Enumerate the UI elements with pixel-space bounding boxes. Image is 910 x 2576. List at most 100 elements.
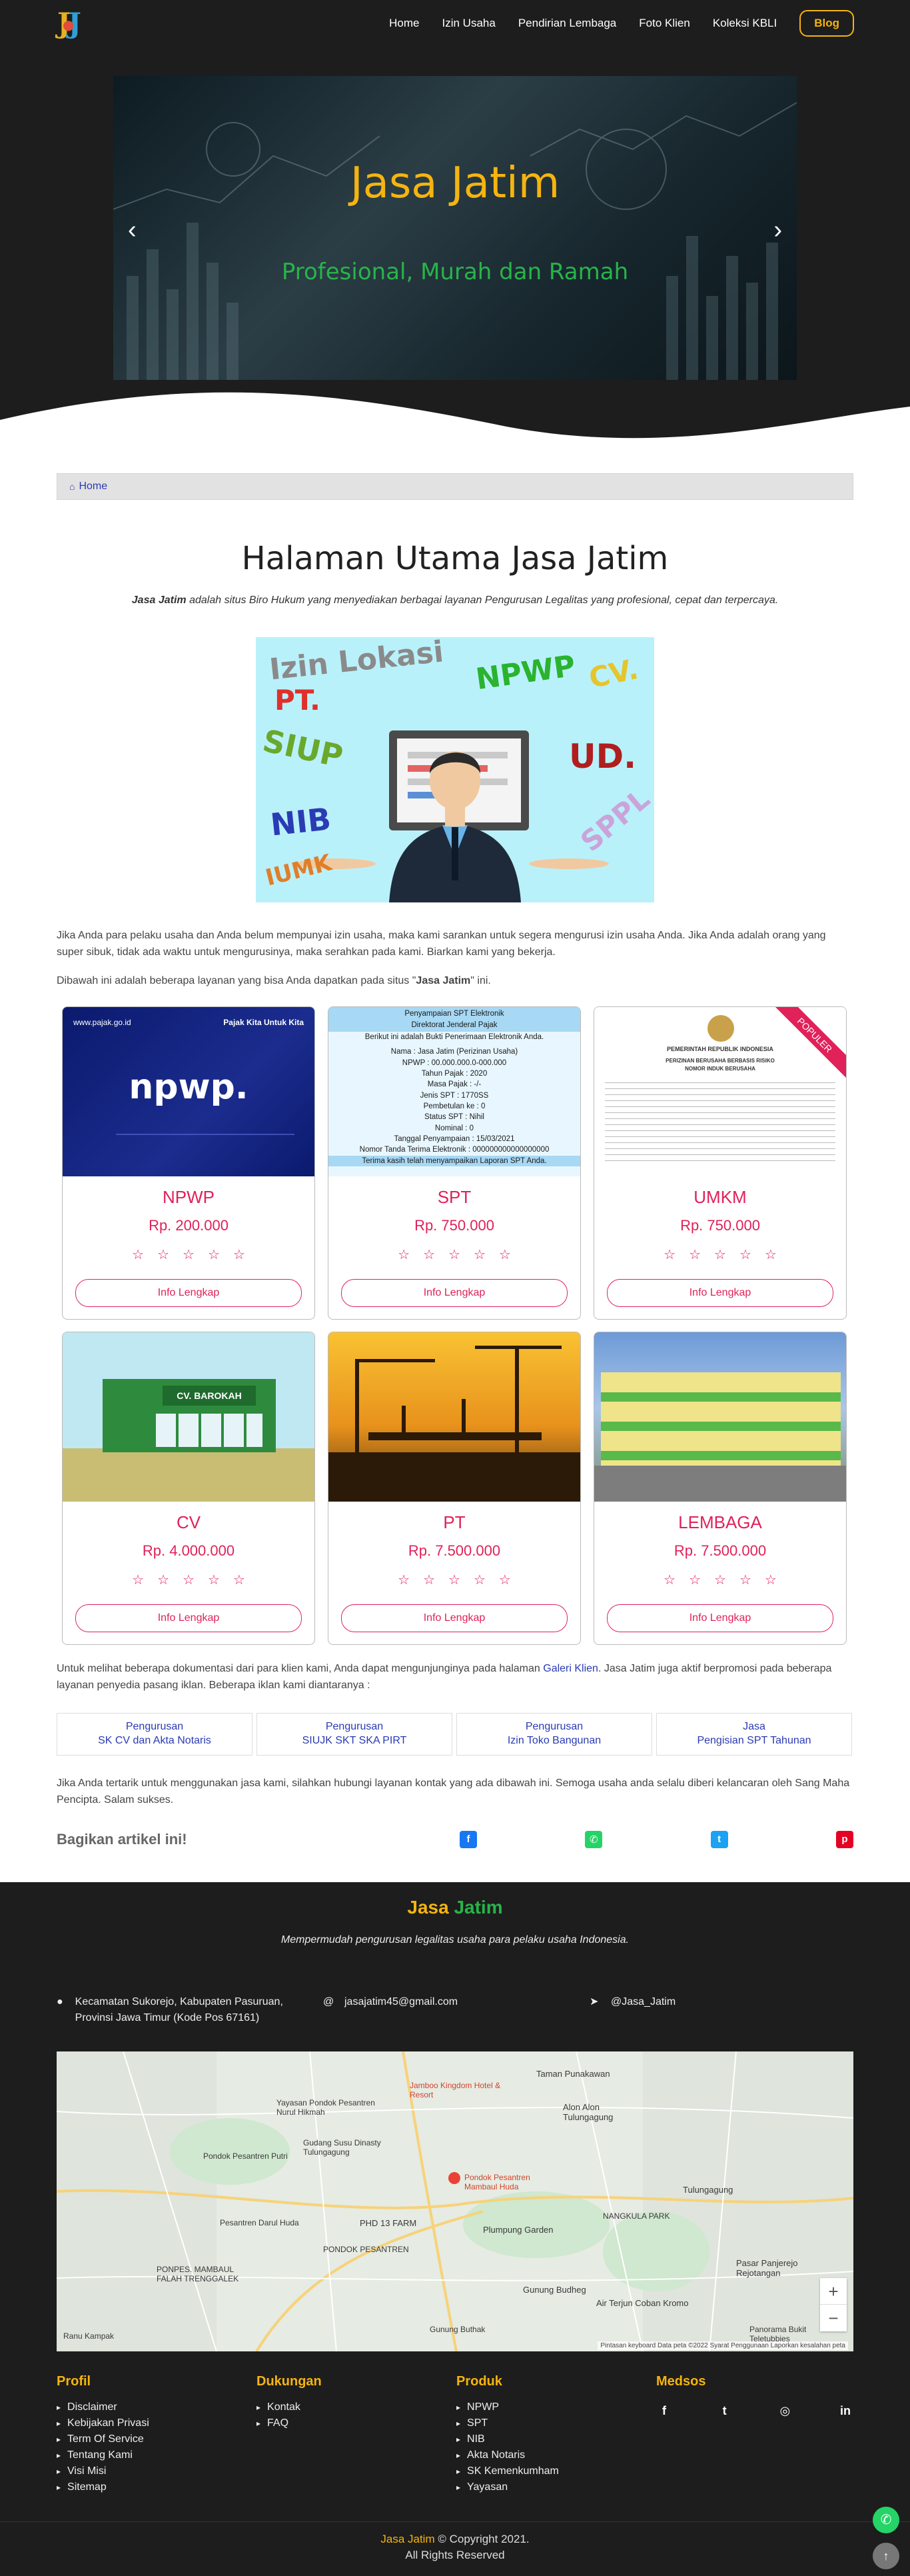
star-icon: ☆ bbox=[714, 1573, 726, 1588]
card-title: SPT bbox=[437, 1187, 472, 1208]
info-lengkap-button[interactable]: Info Lengkap bbox=[607, 1279, 833, 1308]
info-lengkap-button[interactable]: Info Lengkap bbox=[75, 1279, 302, 1308]
info-lengkap-button[interactable]: Info Lengkap bbox=[607, 1604, 833, 1633]
rating-stars: ☆ ☆ ☆ ☆ ☆ bbox=[63, 1572, 314, 1588]
footer-link[interactable]: SK Kemenkumham bbox=[467, 2465, 559, 2477]
linkedin-icon[interactable]: in bbox=[837, 2404, 853, 2418]
info-lengkap-button[interactable]: Info Lengkap bbox=[75, 1604, 302, 1633]
footer-col-dukungan: Dukungan Kontak FAQ bbox=[256, 2374, 456, 2497]
whatsapp-float-icon[interactable]: ✆ bbox=[873, 2506, 899, 2533]
slider-next-icon[interactable]: › bbox=[773, 216, 782, 245]
card-title: NPWP bbox=[163, 1187, 215, 1208]
footer-link[interactable]: Yayasan bbox=[467, 2481, 508, 2493]
illus-word-nib: NIB bbox=[268, 800, 333, 843]
footer-col-produk: Produk NPWP SPT NIB Akta Notaris SK Keme… bbox=[456, 2374, 656, 2497]
page-title: Halaman Utama Jasa Jatim bbox=[241, 540, 669, 577]
whatsapp-share-icon[interactable]: ✆ bbox=[585, 1830, 603, 1848]
rating-stars: ☆ ☆ ☆ ☆ ☆ bbox=[594, 1572, 846, 1588]
footer-link[interactable]: Akta Notaris bbox=[467, 2449, 525, 2461]
info-lengkap-button[interactable]: Info Lengkap bbox=[341, 1604, 568, 1633]
footer-link[interactable]: Disclaimer bbox=[67, 2401, 117, 2413]
intro-text: Jasa Jatim adalah situs Biro Hukum yang … bbox=[57, 595, 853, 607]
card-title: CV bbox=[176, 1512, 201, 1533]
lembaga-building bbox=[601, 1372, 841, 1466]
slider-title: Jasa Jatim bbox=[350, 159, 560, 208]
star-icon: ☆ bbox=[739, 1248, 751, 1263]
rating-stars: ☆ ☆ ☆ ☆ ☆ bbox=[328, 1246, 580, 1263]
construction-silhouette bbox=[328, 1346, 580, 1502]
facebook-icon[interactable]: f bbox=[656, 2404, 672, 2418]
site-logo[interactable]: J J ● bbox=[56, 7, 89, 40]
map-label: PONPES. MAMBAUL FALAH TRENGGALEK bbox=[157, 2264, 239, 2283]
paragraph-intro: Jika Anda para pelaku usaha dan Anda bel… bbox=[57, 930, 826, 958]
spt-thumbnail: Penyampaian SPT Elektronik Direktorat Je… bbox=[328, 1007, 580, 1177]
star-icon: ☆ bbox=[764, 1573, 777, 1588]
nav-pendirian-lembaga[interactable]: Pendirian Lembaga bbox=[518, 17, 616, 30]
contact-row: ● Kecamatan Sukorejo, Kabupaten Pasuruan… bbox=[57, 1994, 853, 2026]
npwp-thumb-slogan: Pajak Kita Untuk Kita bbox=[223, 1018, 304, 1028]
nav-foto-klien[interactable]: Foto Klien bbox=[639, 17, 690, 30]
ad-link-izin-toko[interactable]: Pengurusan Izin Toko Bangunan bbox=[456, 1712, 652, 1756]
spt-line: Berikut ini adalah Bukti Penerimaan Elek… bbox=[364, 1033, 544, 1042]
twitter-icon[interactable]: t bbox=[717, 2404, 733, 2418]
star-icon: ☆ bbox=[207, 1248, 220, 1263]
breadcrumb: ⌂ Home bbox=[57, 473, 853, 500]
footer-link[interactable]: SPT bbox=[467, 2417, 488, 2429]
footer-brand: Jasa Jatim bbox=[0, 1897, 910, 1918]
ad-link-spt-tahunan[interactable]: Jasa Pengisian SPT Tahunan bbox=[656, 1712, 852, 1756]
map-label: Jamboo Kingdom Hotel & Resort bbox=[410, 2080, 501, 2099]
footer-link[interactable]: Kebijakan Privasi bbox=[67, 2417, 149, 2429]
nav-home[interactable]: Home bbox=[389, 17, 419, 30]
footer-link[interactable]: Tentang Kami bbox=[67, 2449, 133, 2461]
copyright: Jasa Jatim © Copyright 2021. All Rights … bbox=[0, 2521, 910, 2576]
galeri-klien-link[interactable]: Galeri Klien bbox=[543, 1663, 598, 1674]
nav-blog-button[interactable]: Blog bbox=[799, 10, 854, 37]
star-icon: ☆ bbox=[689, 1573, 701, 1588]
paragraph-closing: Jika Anda tertarik untuk menggunakan jas… bbox=[57, 1777, 850, 1806]
footer-link[interactable]: Sitemap bbox=[67, 2481, 107, 2493]
spt-thumb-header: Penyampaian SPT Elektronik Direktorat Je… bbox=[328, 1007, 580, 1032]
star-icon: ☆ bbox=[448, 1248, 460, 1263]
contact-telegram[interactable]: ➤ @Jasa_Jatim bbox=[590, 1994, 856, 2026]
footer-link[interactable]: Visi Misi bbox=[67, 2465, 106, 2477]
pinterest-share-icon[interactable]: p bbox=[835, 1830, 853, 1848]
footer-col-medsos: Medsos f t ◎ in bbox=[656, 2374, 853, 2497]
copyright-brand[interactable]: Jasa Jatim bbox=[380, 2533, 434, 2545]
contact-email[interactable]: @ jasajatim45@gmail.com bbox=[323, 1994, 590, 2026]
star-icon: ☆ bbox=[498, 1573, 511, 1588]
footer-link[interactable]: FAQ bbox=[267, 2417, 288, 2429]
map-label: PHD 13 FARM bbox=[360, 2217, 417, 2228]
map-label: Gunung Buthak bbox=[430, 2324, 486, 2334]
ad-link-sk-cv[interactable]: Pengurusan SK CV dan Akta Notaris bbox=[57, 1712, 252, 1756]
info-lengkap-button[interactable]: Info Lengkap bbox=[341, 1279, 568, 1308]
footer-link[interactable]: NPWP bbox=[467, 2401, 499, 2413]
slider-prev-icon[interactable]: ‹ bbox=[128, 216, 137, 245]
garuda-emblem-icon bbox=[707, 1015, 734, 1042]
zoom-out-button[interactable]: − bbox=[820, 2305, 847, 2331]
copyright-text: © Copyright 2021. bbox=[434, 2532, 530, 2545]
facebook-share-icon[interactable]: f bbox=[460, 1830, 477, 1848]
ad-line: Jasa bbox=[743, 1721, 765, 1733]
star-icon: ☆ bbox=[664, 1248, 676, 1263]
main-content: ⌂ Home Halaman Utama Jasa Jatim Jasa Jat… bbox=[57, 473, 853, 1853]
spt-line: Tahun Pajak : 2020 bbox=[421, 1070, 488, 1078]
ad-link-siujk[interactable]: Pengurusan SIUJK SKT SKA PIRT bbox=[256, 1712, 452, 1756]
zoom-in-button[interactable]: + bbox=[820, 2278, 847, 2305]
breadcrumb-home-link[interactable]: Home bbox=[79, 481, 107, 493]
google-map[interactable]: Taman Punakawan Jamboo Kingdom Hotel & R… bbox=[57, 2051, 853, 2351]
rating-stars: ☆ ☆ ☆ ☆ ☆ bbox=[328, 1572, 580, 1588]
footer-link[interactable]: Kontak bbox=[267, 2401, 300, 2413]
footer-link[interactable]: Term Of Service bbox=[67, 2433, 144, 2445]
back-to-top-icon[interactable]: ↑ bbox=[873, 2542, 899, 2569]
star-icon: ☆ bbox=[448, 1573, 460, 1588]
map-label: PONDOK PESANTREN bbox=[323, 2244, 409, 2254]
share-icons: f ✆ t p bbox=[363, 1830, 853, 1848]
star-icon: ☆ bbox=[423, 1573, 436, 1588]
twitter-share-icon[interactable]: t bbox=[710, 1830, 728, 1848]
footer-link[interactable]: NIB bbox=[467, 2433, 485, 2445]
para2-c: " ini. bbox=[470, 974, 491, 986]
nav-izin-usaha[interactable]: Izin Usaha bbox=[442, 17, 496, 30]
nav-koleksi-kbli[interactable]: Koleksi KBLI bbox=[713, 17, 777, 30]
map-label: Pondok Pesantren Putri bbox=[203, 2151, 288, 2161]
instagram-icon[interactable]: ◎ bbox=[777, 2404, 793, 2418]
